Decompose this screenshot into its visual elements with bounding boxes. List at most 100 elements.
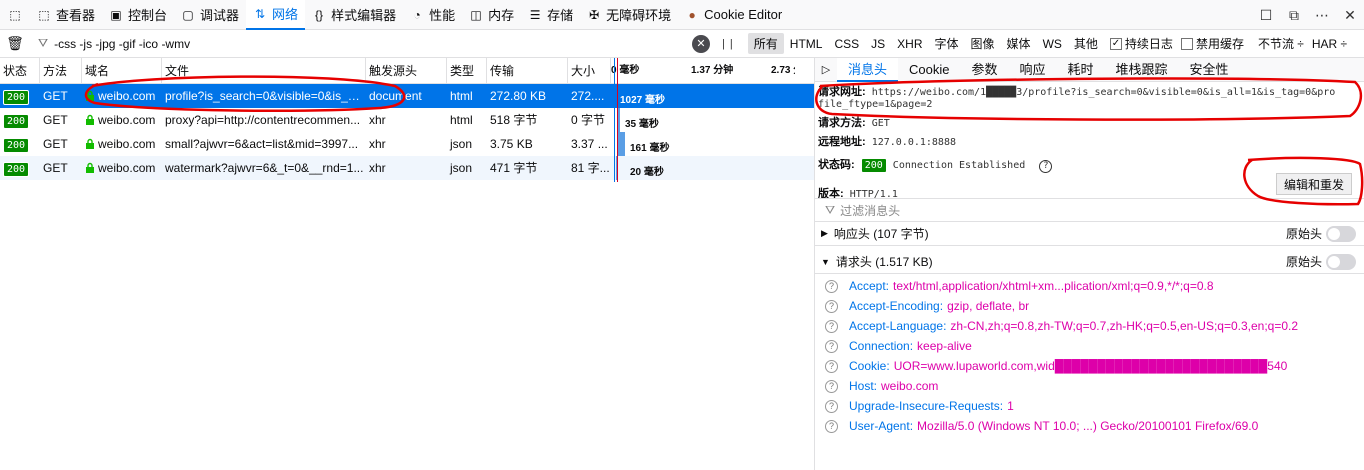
- col-size[interactable]: 大小: [568, 57, 611, 84]
- help-icon[interactable]: ?: [1039, 160, 1053, 173]
- col-status[interactable]: 状态: [0, 57, 40, 84]
- method-cell: GET: [43, 89, 68, 103]
- response-headers-section[interactable]: ▶ 响应头 (107 字节) 原始头: [815, 222, 1364, 246]
- help-icon[interactable]: ?: [825, 399, 838, 413]
- edit-resend-button[interactable]: 编辑和重发: [1276, 173, 1352, 195]
- size-cell: 272....: [571, 89, 605, 103]
- request-header-row[interactable]: ? Accept-Language: zh-CN,zh;q=0.8,zh-TW;q=…: [825, 316, 1298, 336]
- help-icon[interactable]: ?: [825, 419, 838, 433]
- har-menu[interactable]: HAR ÷: [1312, 37, 1347, 51]
- persist-logs-checkbox[interactable]: ✓ 持续日志: [1109, 35, 1173, 52]
- tab-style-editor[interactable]: {} 样式编辑器: [305, 0, 403, 30]
- filter-type-button[interactable]: 其他: [1068, 33, 1104, 54]
- request-row[interactable]: 200 GET weibo.com proxy?api=http://contentr…: [0, 108, 814, 132]
- col-file[interactable]: 文件: [162, 57, 366, 84]
- toggle-sidebar-icon[interactable]: ▷: [815, 63, 837, 76]
- request-header-row[interactable]: ? Connection: keep-alive: [825, 336, 972, 356]
- col-method[interactable]: 方法: [40, 57, 82, 84]
- close-icon[interactable]: ✕: [1336, 1, 1364, 29]
- filter-type-button[interactable]: WS: [1037, 35, 1068, 53]
- request-header-row[interactable]: ? User-Agent: Mozilla/5.0 (Windows NT 10.0…: [825, 416, 1258, 436]
- help-icon[interactable]: ?: [825, 299, 838, 313]
- tab-accessibility[interactable]: ✠ 无障碍环境: [580, 0, 678, 30]
- tab-inspector[interactable]: ⬚ 查看器: [30, 0, 102, 30]
- request-row[interactable]: 200 GET weibo.com profile?is_search=0&visib…: [0, 84, 814, 108]
- window-dock-icon[interactable]: ☐: [1252, 1, 1280, 29]
- tab-label: 性能: [429, 8, 456, 23]
- filter-headers-input[interactable]: ⛛ 过滤消息头: [815, 198, 1364, 222]
- help-icon[interactable]: ?: [825, 359, 838, 373]
- help-icon[interactable]: ?: [825, 339, 838, 353]
- filter-type-button[interactable]: 所有: [747, 33, 784, 54]
- request-header-row[interactable]: ? Upgrade-Insecure-Requests: 1: [825, 396, 1014, 416]
- details-tab[interactable]: 耗时: [1057, 58, 1105, 82]
- filter-type-button[interactable]: 字体: [929, 33, 965, 54]
- clear-filter-icon[interactable]: ✕: [692, 34, 710, 53]
- tab-debugger[interactable]: ▢ 调试器: [174, 0, 246, 30]
- request-row[interactable]: 200 GET weibo.com watermark?ajwvr=6&_t=0&__…: [0, 156, 814, 180]
- collapse-arrow-icon: ▼: [821, 256, 830, 267]
- tab-network[interactable]: ⇅ 网络: [246, 0, 306, 30]
- help-icon[interactable]: ?: [825, 319, 838, 333]
- request-header-row[interactable]: ? Host: weibo.com: [825, 376, 938, 396]
- request-row[interactable]: 200 GET weibo.com small?ajwvr=6&act=list&mi…: [0, 132, 814, 156]
- tab-storage[interactable]: ☰ 存储: [521, 0, 580, 30]
- request-headers-section[interactable]: ▼ 请求头 (1.517 KB) 原始头: [815, 250, 1364, 274]
- tab-cookie[interactable]: ● Cookie Editor: [678, 0, 789, 30]
- col-cause[interactable]: 触发源头: [366, 57, 447, 84]
- timeline-cell: 20 毫秒: [611, 156, 795, 180]
- tab-performance[interactable]: ◔ 性能: [403, 0, 462, 30]
- header-name: Connection:: [849, 339, 914, 353]
- raw-headers-label: 原始头: [1285, 227, 1322, 241]
- details-tab[interactable]: 消息头: [837, 57, 899, 82]
- help-icon[interactable]: ?: [825, 379, 838, 393]
- transferred-cell: 272.80 KB: [490, 89, 547, 103]
- status-badge: 200: [3, 114, 30, 129]
- col-timeline[interactable]: 0 毫秒 1.37 分钟 2.73 分: [611, 58, 795, 84]
- tab-memory[interactable]: ◫ 内存: [462, 0, 521, 30]
- details-tab[interactable]: 堆栈跟踪: [1105, 58, 1179, 82]
- filter-type-button[interactable]: HTML: [784, 35, 829, 53]
- header-name: Host:: [849, 379, 878, 393]
- timing-label: 35 毫秒: [625, 119, 659, 130]
- more-options-icon[interactable]: ⋯: [1308, 1, 1336, 29]
- raw-headers-toggle[interactable]: [1326, 253, 1356, 270]
- filter-type-button[interactable]: 媒体: [1001, 33, 1037, 54]
- network-icon: ⇅: [255, 6, 266, 21]
- col-transferred[interactable]: 传输: [487, 57, 568, 84]
- details-tab[interactable]: Cookie: [898, 58, 960, 82]
- url-filter-input[interactable]: ⛛ -css -js -jpg -gif -ico -wmv ✕: [30, 32, 710, 56]
- domain-cell: weibo.com: [82, 84, 162, 108]
- request-list-header: 状态 方法 域名 文件 触发源头 类型 传输 大小 0 毫秒 1.37 分钟 2…: [0, 57, 814, 84]
- remote-value: 127.0.0.1:8888: [871, 137, 956, 148]
- request-type-filters: 所有 HTML CSS JS XHR 字体 图像 媒体 WS 其他: [747, 33, 1104, 54]
- element-picker-button[interactable]: ⬚: [0, 0, 30, 30]
- tab-console[interactable]: ▣ 控制台: [102, 0, 174, 30]
- col-type[interactable]: 类型: [447, 57, 487, 84]
- memory-icon: ◫: [470, 7, 482, 22]
- throttle-select[interactable]: 不节流 ÷: [1258, 35, 1304, 52]
- filter-type-button[interactable]: CSS: [828, 35, 865, 53]
- lock-icon: [85, 161, 98, 175]
- raw-headers-toggle[interactable]: [1326, 225, 1356, 242]
- filter-type-button[interactable]: 图像: [965, 33, 1001, 54]
- col-domain[interactable]: 域名: [82, 57, 162, 84]
- status-cell: 200: [0, 84, 40, 108]
- disable-cache-checkbox[interactable]: 禁用缓存: [1180, 35, 1244, 52]
- request-header-row[interactable]: ? Accept-Encoding: gzip, deflate, br: [825, 296, 1029, 316]
- filter-type-button[interactable]: XHR: [891, 35, 928, 53]
- split-console-icon[interactable]: ⧉: [1280, 1, 1308, 29]
- details-tab[interactable]: 响应: [1009, 58, 1057, 82]
- clear-requests-button[interactable]: 🗑: [0, 35, 30, 52]
- request-header-row[interactable]: ? Cookie: UOR=www.lupaworld.com,wid███████…: [825, 356, 1287, 376]
- transferred-cell: 518 字节: [490, 113, 538, 127]
- details-tab[interactable]: 参数: [960, 58, 1008, 82]
- help-icon[interactable]: ?: [825, 279, 838, 293]
- request-header-row[interactable]: ? Accept: text/html,application/xhtml+xm..…: [825, 276, 1214, 296]
- details-tab[interactable]: 安全性: [1179, 58, 1240, 82]
- cause-cell: xhr: [369, 137, 386, 151]
- pause-recording-button[interactable]: | |: [722, 38, 734, 50]
- filter-type-button[interactable]: JS: [865, 35, 891, 53]
- header-value: UOR=www.lupaworld.com,wid███████████████…: [893, 359, 1288, 373]
- method-cell: GET: [43, 137, 68, 151]
